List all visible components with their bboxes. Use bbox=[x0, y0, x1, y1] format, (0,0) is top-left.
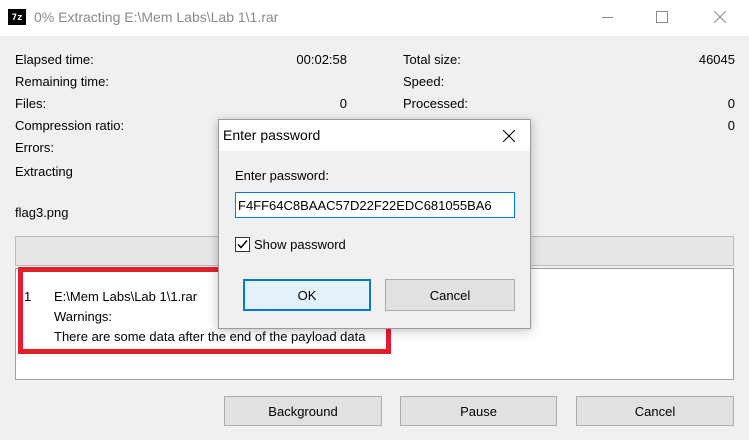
dialog-title: Enter password bbox=[223, 127, 321, 143]
7zip-app-icon: 7z bbox=[8, 9, 26, 25]
close-icon bbox=[503, 129, 515, 142]
remaining-time-label: Remaining time: bbox=[15, 74, 109, 89]
dialog-cancel-button[interactable]: Cancel bbox=[385, 279, 515, 311]
processed-label: Processed: bbox=[403, 96, 469, 111]
current-file-name: flag3.png bbox=[15, 205, 69, 220]
ok-button[interactable]: OK bbox=[243, 279, 371, 311]
password-dialog: Enter password Enter password: Show pass… bbox=[218, 119, 531, 329]
minimize-icon bbox=[602, 17, 613, 18]
total-size-value: 46045 bbox=[698, 52, 735, 67]
password-input[interactable] bbox=[235, 192, 515, 218]
files-value: 0 bbox=[339, 96, 347, 111]
window-title: 0% Extracting E:\Mem Labs\Lab 1\1.rar bbox=[34, 9, 279, 25]
checkmark-icon bbox=[237, 240, 248, 249]
show-password-checkbox[interactable] bbox=[235, 237, 250, 252]
elapsed-time-value: 00:02:58 bbox=[296, 52, 347, 67]
background-button[interactable]: Background bbox=[224, 396, 382, 426]
files-label: Files: bbox=[15, 96, 47, 111]
elapsed-time-label: Elapsed time: bbox=[15, 52, 94, 67]
pause-button[interactable]: Pause bbox=[400, 396, 557, 426]
total-size-label: Total size: bbox=[403, 52, 461, 67]
maximize-icon bbox=[656, 11, 668, 23]
processed-value: 0 bbox=[727, 96, 735, 111]
title-bar: 7z 0% Extracting E:\Mem Labs\Lab 1\1.rar bbox=[0, 0, 749, 36]
minimize-button[interactable] bbox=[585, 0, 631, 34]
packed-size-value: 0 bbox=[727, 118, 735, 133]
speed-label: Speed: bbox=[403, 74, 445, 89]
operation-status: Extracting bbox=[15, 164, 73, 179]
maximize-button[interactable] bbox=[639, 0, 685, 34]
show-password-label[interactable]: Show password bbox=[254, 237, 346, 252]
cancel-button[interactable]: Cancel bbox=[576, 396, 734, 426]
close-icon bbox=[714, 11, 726, 23]
errors-label: Errors: bbox=[15, 140, 54, 155]
dialog-title-bar: Enter password bbox=[219, 120, 530, 151]
compression-ratio-label: Compression ratio: bbox=[15, 118, 125, 133]
dialog-close-button[interactable] bbox=[489, 120, 529, 151]
close-button[interactable] bbox=[697, 0, 743, 34]
password-prompt-label: Enter password: bbox=[235, 168, 329, 183]
